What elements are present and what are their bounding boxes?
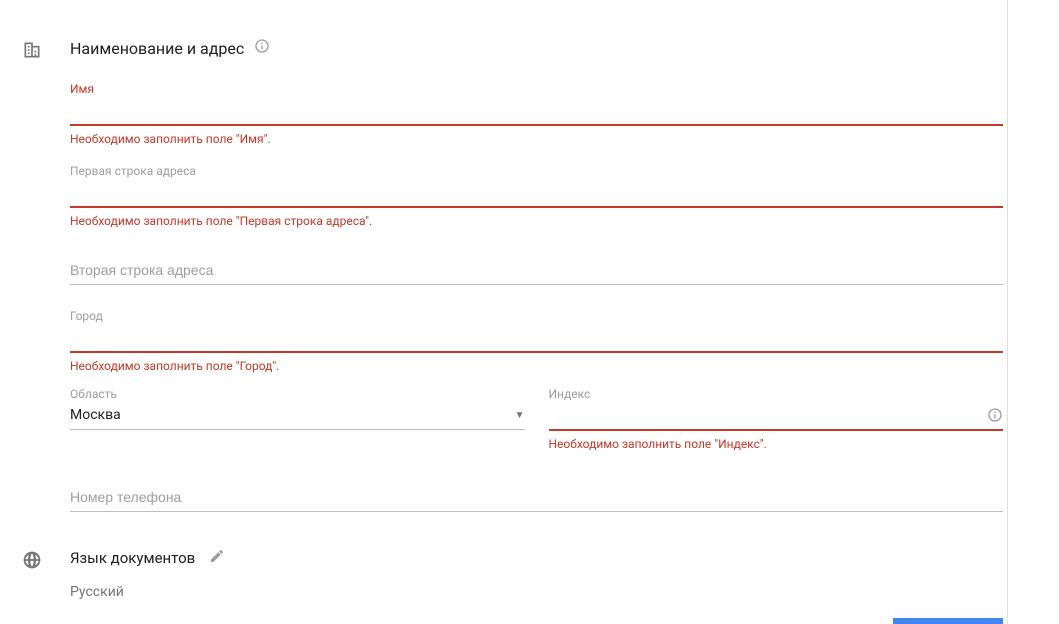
region-label: Область <box>70 387 525 401</box>
addr2-input[interactable] <box>70 254 1003 285</box>
index-label: Индекс <box>549 387 1004 401</box>
addr1-error: Необходимо заполнить поле "Первая строка… <box>70 214 1003 228</box>
index-error: Необходимо заполнить поле "Индекс". <box>549 437 1004 451</box>
name-label: Имя <box>70 82 1003 96</box>
section-title-language: Язык документов <box>70 549 195 567</box>
region-select[interactable]: Москва ▼ <box>70 403 525 430</box>
region-value: Москва <box>70 407 121 423</box>
name-input[interactable] <box>70 98 1003 126</box>
addr1-label: Первая строка адреса <box>70 164 1003 178</box>
city-label: Город <box>70 309 1003 323</box>
language-value: Русский <box>70 584 1003 600</box>
building-icon <box>22 0 70 512</box>
city-error: Необходимо заполнить поле "Город". <box>70 359 1003 373</box>
pencil-icon[interactable] <box>209 548 225 568</box>
chevron-down-icon: ▼ <box>515 410 525 421</box>
submit-button[interactable] <box>893 618 1003 624</box>
name-error: Необходимо заполнить поле "Имя". <box>70 132 1003 146</box>
info-icon[interactable] <box>987 407 1003 427</box>
phone-input[interactable] <box>70 481 1003 512</box>
info-icon[interactable] <box>254 38 270 58</box>
section-title-address: Наименование и адрес <box>70 39 244 58</box>
addr1-input[interactable] <box>70 180 1003 208</box>
city-input[interactable] <box>70 325 1003 353</box>
globe-icon <box>22 512 70 600</box>
index-input[interactable] <box>549 403 1004 431</box>
